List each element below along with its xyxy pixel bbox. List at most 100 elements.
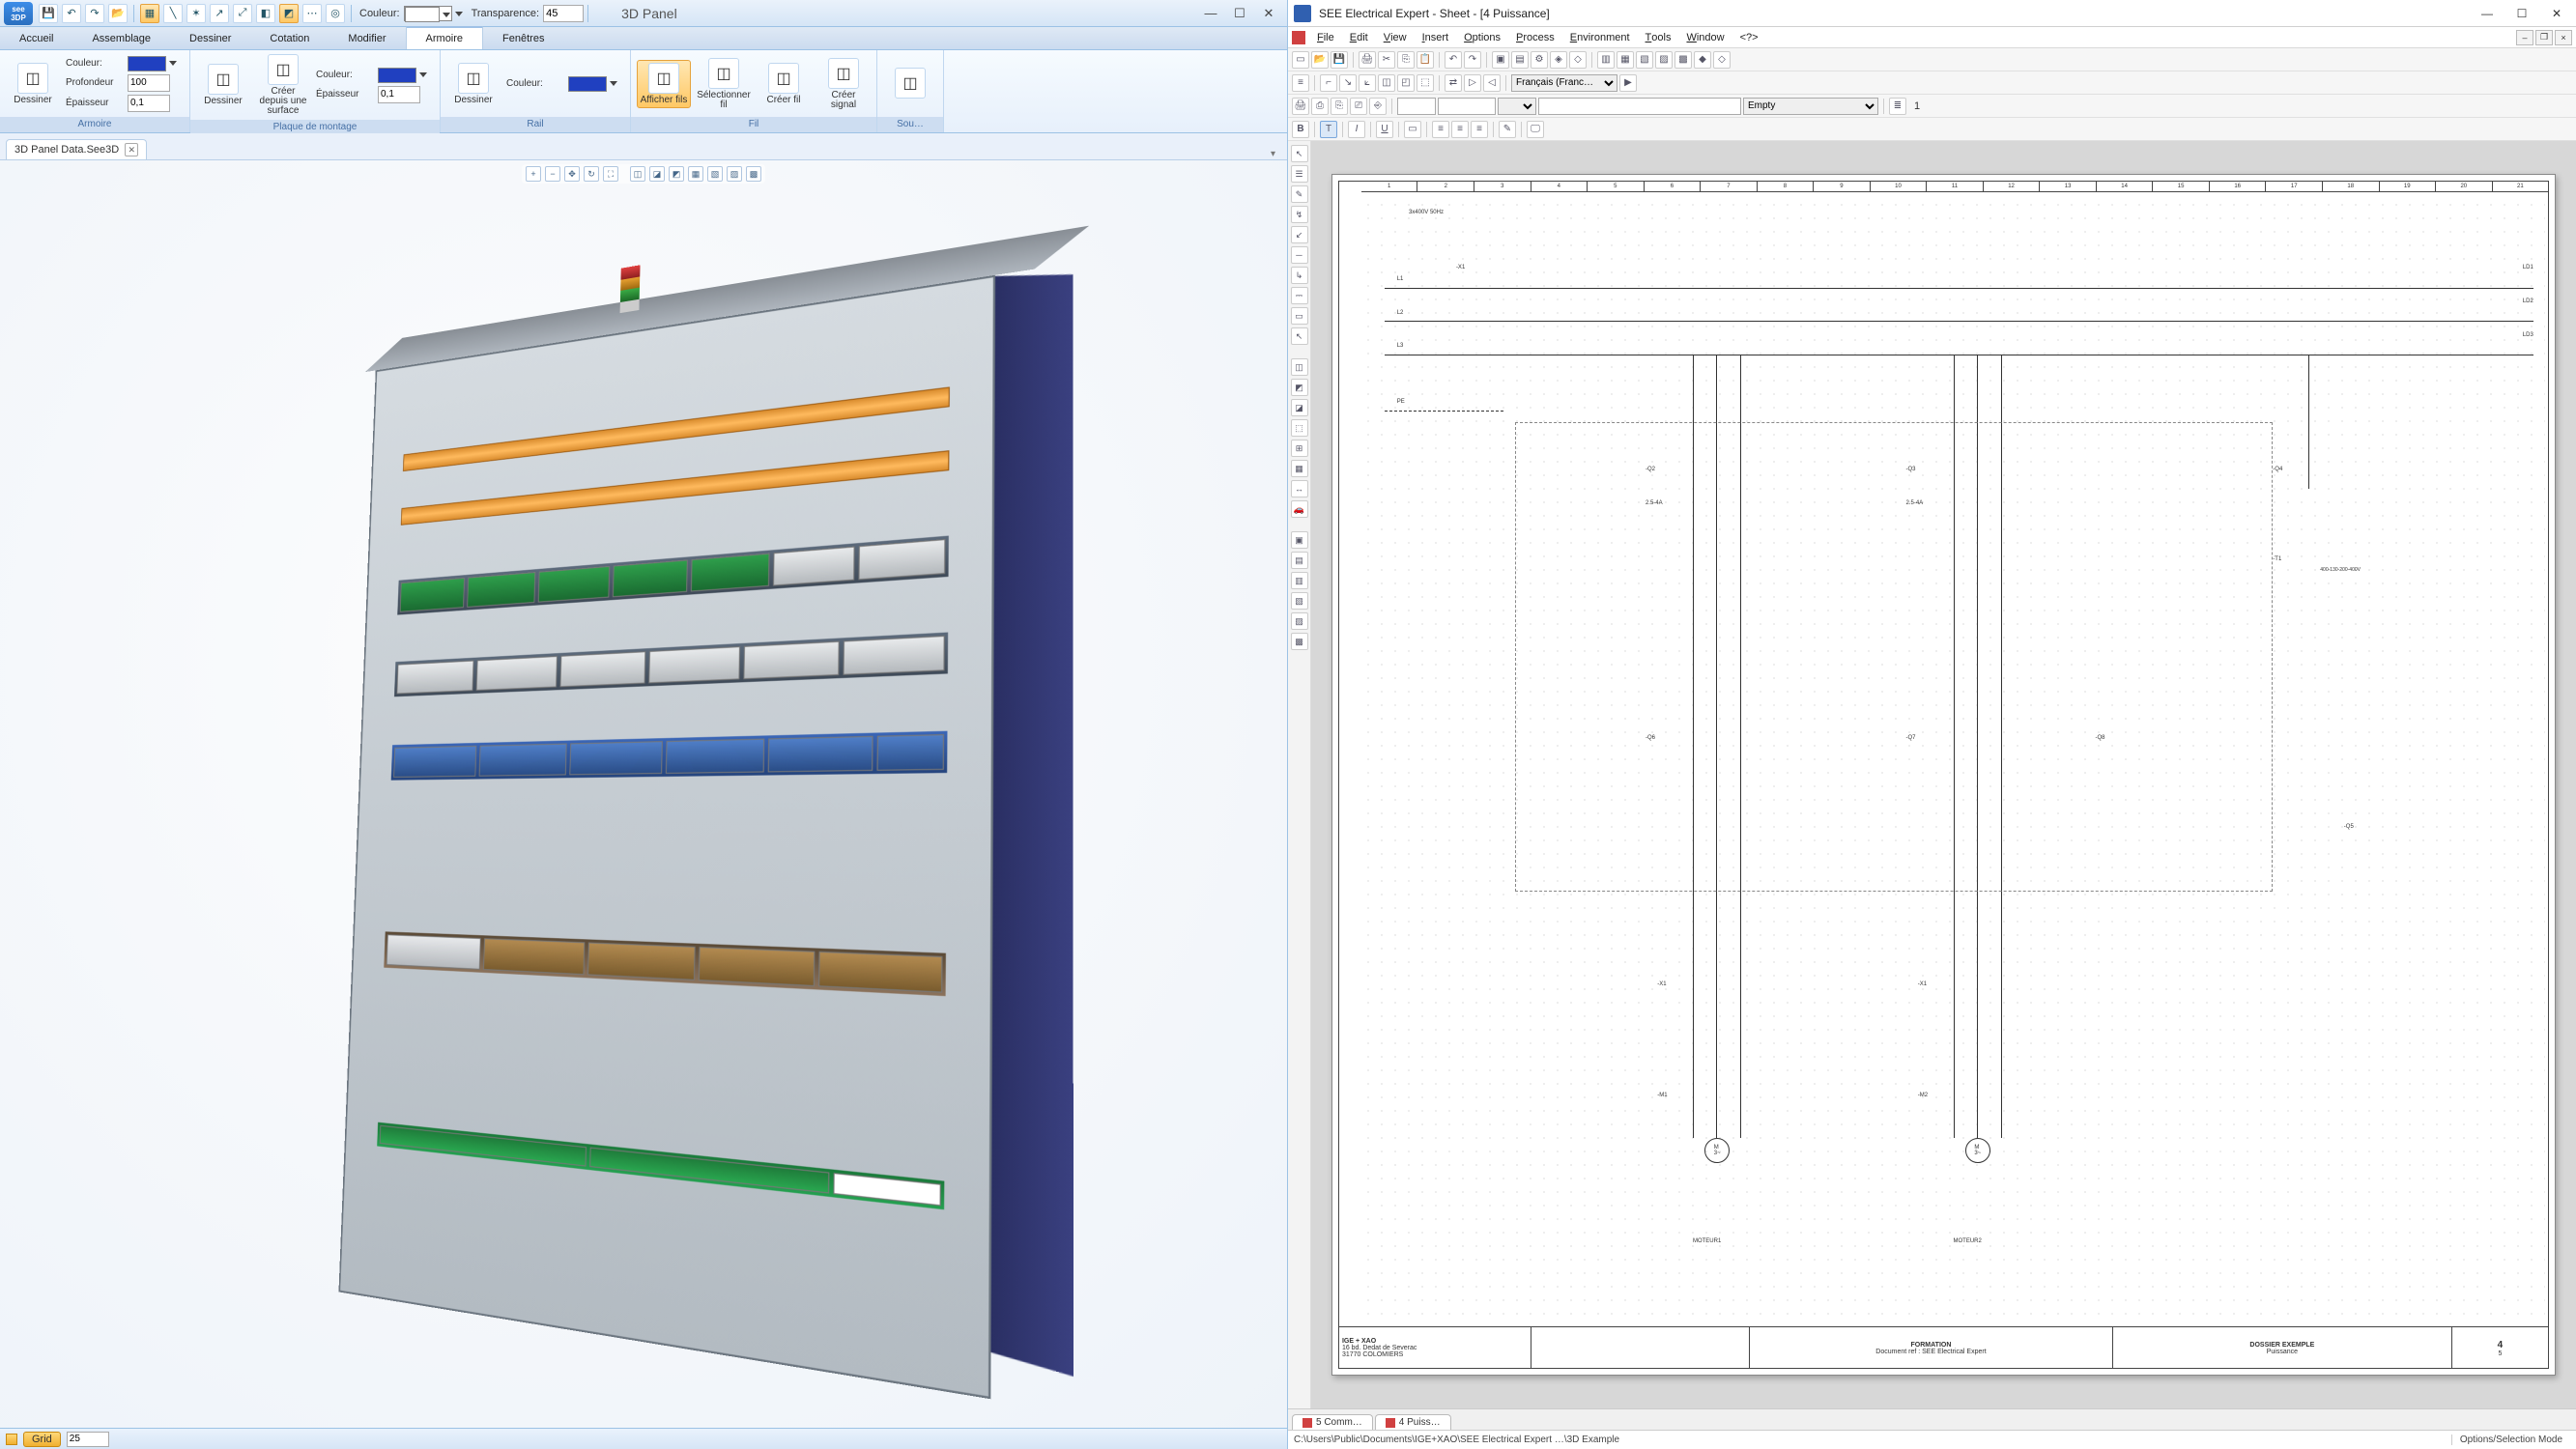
ribbon-button[interactable]: ◫Sélectionner fil	[697, 56, 751, 112]
number-input[interactable]	[128, 95, 170, 112]
style-select[interactable]: Empty	[1743, 98, 1878, 115]
text-input[interactable]	[1538, 98, 1741, 115]
redo2-icon[interactable]: ↷	[1464, 51, 1481, 69]
cut-icon[interactable]: ✂	[1378, 51, 1395, 69]
t2-g-icon[interactable]: ⬚	[1417, 74, 1434, 92]
close-button[interactable]: ✕	[2543, 4, 2570, 23]
text-icon[interactable]: T	[1320, 121, 1337, 138]
align-center-icon[interactable]: ≡	[1451, 121, 1469, 138]
open-icon[interactable]: 📂	[1311, 51, 1329, 69]
tb-e-icon[interactable]: ◇	[1569, 51, 1587, 69]
menu-options[interactable]: Options	[1456, 27, 1508, 47]
minimize-button[interactable]: —	[2474, 4, 2501, 23]
ribbon-button[interactable]: ◫Dessiner	[446, 61, 501, 107]
tb-i-icon[interactable]: ▨	[1655, 51, 1673, 69]
t4-misc2-icon[interactable]: 🖵	[1527, 121, 1544, 138]
qat-ortho-icon[interactable]: ╲	[163, 4, 183, 23]
maximize-button[interactable]: ☐	[1225, 4, 1254, 23]
italic-icon[interactable]: I	[1348, 121, 1365, 138]
pan-icon[interactable]: ✥	[564, 166, 580, 182]
vt-f-icon[interactable]: ⎓	[1291, 287, 1308, 304]
tb-j-icon[interactable]: ▩	[1674, 51, 1692, 69]
ribbon-button[interactable]: ◫Créer signal	[816, 56, 871, 112]
tb-b-icon[interactable]: ▤	[1511, 51, 1529, 69]
vt-r-icon[interactable]: ▤	[1291, 552, 1308, 569]
qat-tool4-icon[interactable]: ⋯	[302, 4, 322, 23]
color-dropdown[interactable]	[128, 56, 166, 71]
minimize-button[interactable]: —	[1196, 4, 1225, 23]
drawing-sheet[interactable]: 123456789101112131415161718192021 3x400V…	[1331, 174, 2556, 1376]
select-tool-icon[interactable]: ↖	[1291, 145, 1308, 162]
schematic[interactable]: 3x400V 50Hz L1 L2 L3 PE -X1 LD1 LD2 LD3 …	[1361, 198, 2545, 1317]
grid-toggle[interactable]: Grid	[23, 1432, 61, 1447]
qat-save-icon[interactable]: 💾	[39, 4, 58, 23]
qat-color-dropdown[interactable]	[404, 6, 452, 21]
vt-t-icon[interactable]: ▧	[1291, 592, 1308, 610]
viewmode2-icon[interactable]: ◪	[649, 166, 665, 182]
viewmode5-icon[interactable]: ▧	[707, 166, 723, 182]
menu-[interactable]: <?>	[1732, 27, 1766, 47]
lang-apply-icon[interactable]: ▶	[1619, 74, 1637, 92]
ribbon-tab-armoire[interactable]: Armoire	[406, 26, 484, 49]
qat-tool1-icon[interactable]: ↗	[210, 4, 229, 23]
t3-b-icon[interactable]: ⎘	[1331, 98, 1348, 115]
align-left-icon[interactable]: ≡	[1432, 121, 1449, 138]
t2-c-icon[interactable]: ↘	[1339, 74, 1357, 92]
align-right-icon[interactable]: ≡	[1471, 121, 1488, 138]
menu-insert[interactable]: Insert	[1415, 27, 1457, 47]
vt-wire-icon[interactable]: ─	[1291, 246, 1308, 264]
vt-l-icon[interactable]: ⬚	[1291, 419, 1308, 437]
t3-c-icon[interactable]: ⎚	[1350, 98, 1367, 115]
qat-transparency-input[interactable]	[543, 5, 584, 22]
t2-b-icon[interactable]: ⌐	[1320, 74, 1337, 92]
close-tab-icon[interactable]: ✕	[125, 143, 138, 156]
color-dropdown[interactable]	[378, 68, 416, 83]
qat-gizmo-icon[interactable]: ◩	[279, 4, 299, 23]
qat-tool3-icon[interactable]: ◧	[256, 4, 275, 23]
mdi-close-icon[interactable]: ×	[2555, 30, 2572, 45]
t3-print-icon[interactable]: 🖨	[1292, 98, 1309, 115]
font-size-input[interactable]	[1397, 98, 1436, 115]
menu-window[interactable]: Window	[1678, 27, 1732, 47]
vt-g-icon[interactable]: ▭	[1291, 307, 1308, 325]
ribbon-button[interactable]: ◫Afficher fils	[637, 60, 691, 108]
qat-redo-icon[interactable]: ↷	[85, 4, 104, 23]
zoom-in-icon[interactable]: +	[526, 166, 541, 182]
fit-icon[interactable]: ⛶	[603, 166, 618, 182]
viewmode6-icon[interactable]: ▨	[727, 166, 742, 182]
ribbon-button[interactable]: ◫	[883, 66, 937, 102]
sheet-tab-5[interactable]: 5 Comm…	[1292, 1414, 1373, 1430]
t2-f-icon[interactable]: ◰	[1397, 74, 1415, 92]
tb-c-icon[interactable]: ⚙	[1531, 51, 1548, 69]
menu-environment[interactable]: Environment	[1562, 27, 1638, 47]
language-select[interactable]: Français (Franc…	[1511, 74, 1617, 92]
tb-f-icon[interactable]: ▥	[1597, 51, 1615, 69]
close-button[interactable]: ✕	[1254, 4, 1283, 23]
menu-file[interactable]: File	[1309, 27, 1342, 47]
ribbon-tab-modifier[interactable]: Modifier	[329, 27, 405, 49]
mdi-restore-icon[interactable]: ❐	[2535, 30, 2553, 45]
qat-undo-icon[interactable]: ↶	[62, 4, 81, 23]
vt-d-icon[interactable]: ↙	[1291, 226, 1308, 243]
viewmode7-icon[interactable]: ▩	[746, 166, 761, 182]
t3-a-icon[interactable]: ⎙	[1311, 98, 1329, 115]
qat-grid-icon[interactable]: ▦	[140, 4, 159, 23]
vt-n-icon[interactable]: ▦	[1291, 460, 1308, 477]
vt-b-icon[interactable]: ✎	[1291, 185, 1308, 203]
vt-s-icon[interactable]: ▥	[1291, 572, 1308, 589]
menu-process[interactable]: Process	[1508, 27, 1562, 47]
vt-v-icon[interactable]: ▩	[1291, 633, 1308, 650]
viewmode3-icon[interactable]: ◩	[669, 166, 684, 182]
mdi-minimize-icon[interactable]: –	[2516, 30, 2533, 45]
t4-misc-icon[interactable]: ✎	[1499, 121, 1516, 138]
number-input[interactable]	[378, 86, 420, 103]
vt-i-icon[interactable]: ◫	[1291, 358, 1308, 376]
qat-snap-icon[interactable]: ✶	[186, 4, 206, 23]
copy-icon[interactable]: ⎘	[1397, 51, 1415, 69]
tb-k-icon[interactable]: ◆	[1694, 51, 1711, 69]
ribbon-button[interactable]: ◫Créer depuis une surface	[256, 52, 310, 118]
ribbon-tab-fenêtres[interactable]: Fenêtres	[483, 27, 563, 49]
font-name-input[interactable]	[1438, 98, 1496, 115]
grid-spacing-input[interactable]	[67, 1432, 109, 1447]
save-icon[interactable]: 💾	[1331, 51, 1348, 69]
